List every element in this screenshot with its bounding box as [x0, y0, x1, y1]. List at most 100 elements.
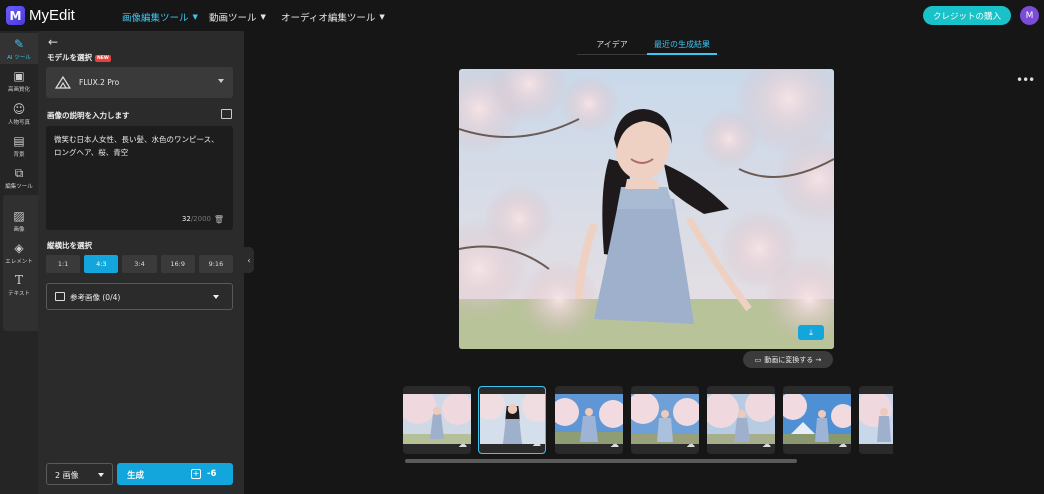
cloud-icon: ☁ [686, 440, 695, 450]
rail-item-ai-tools[interactable]: ✎ AI ツール [0, 33, 38, 64]
rail-label: テキスト [8, 291, 30, 297]
ratio-3-4-button[interactable]: 3:4 [122, 255, 157, 273]
thumbnail[interactable]: ☁ [707, 386, 775, 454]
model-label: モデルを選択 [47, 53, 92, 62]
flux-logo-icon [55, 76, 71, 89]
ratio-4-3-button[interactable]: 4:3 [84, 255, 119, 273]
generate-button[interactable]: 生成 + -6 [117, 463, 233, 485]
nav-video-tools[interactable]: 動画ツール ▼ [209, 10, 266, 24]
myedit-logo-icon[interactable]: M [6, 6, 25, 25]
download-icon: ⤓ [809, 327, 813, 337]
nav-video-tools-label: 動画ツール [209, 13, 257, 24]
thumbnail-scrollbar[interactable] [405, 459, 797, 463]
char-counter: 32/2000 [182, 215, 211, 223]
model-select[interactable]: FLUX.2 Pro [46, 67, 233, 98]
convert-to-video-button[interactable]: ▭ 動画に変換する → [743, 351, 833, 368]
brand-name[interactable]: MyEdit [29, 7, 75, 24]
rail-label: 画像 [13, 227, 25, 233]
tab-ideas[interactable]: アイデア [577, 35, 647, 55]
more-options-icon[interactable]: ••• [1016, 73, 1035, 87]
nav-audio-tools[interactable]: オーディオ編集ツール ▼ [281, 10, 385, 24]
result-tabs: アイデア 最近の生成結果 [577, 35, 717, 55]
model-section-label: モデルを選択 NEW [47, 52, 111, 63]
chevron-left-icon: ‹ [247, 255, 251, 265]
thumbnail-selected[interactable]: ☁ [478, 386, 546, 454]
model-name: FLUX.2 Pro [79, 78, 120, 87]
settings-panel: ← モデルを選択 NEW FLUX.2 Pro 画像の説明を入力します 微笑む日本… [38, 31, 244, 494]
generated-image-preview[interactable] [459, 69, 834, 349]
buy-credits-button[interactable]: クレジットの購入 [923, 6, 1011, 25]
credit-icon: + [191, 469, 201, 479]
thumbnail-image [707, 394, 775, 444]
chevron-down-icon: ▼ [379, 13, 385, 21]
tool-rail: ✎ AI ツール ▣ 高画質化 ☺ 人物写真 ▤ 背景 ⧉ 編集ツール ▨ 画像… [0, 31, 38, 494]
ratio-label: 縦横比を選択 [47, 241, 92, 250]
rail-item-image[interactable]: ▨ 画像 [0, 209, 38, 237]
thumbnail[interactable]: ☁ [403, 386, 471, 454]
thumbnail[interactable]: ☁ [631, 386, 699, 454]
text-icon: T [14, 273, 23, 287]
reference-label: 参考画像 (0/4) [70, 293, 121, 302]
rail-label: AI ツール [7, 55, 31, 61]
thumbnail-strip: ☁ ☁ ☁ ☁ ☁ ☁ [403, 386, 893, 454]
chevron-down-icon: ▼ [192, 13, 198, 21]
top-bar: M MyEdit 画像編集ツール ▼ 動画ツール ▼ オーディオ編集ツール ▼ クレジ… [0, 0, 1044, 31]
rail-label: 編集ツール [5, 184, 33, 190]
rail-label: 人物写真 [7, 120, 30, 126]
collapse-panel-button[interactable]: ‹ [244, 247, 254, 273]
thumbnail[interactable]: ☁ [783, 386, 851, 454]
ratio-9-16-button[interactable]: 9:16 [198, 255, 234, 273]
ratio-selector: 1:1 4:3 3:4 16:9 9:16 [46, 255, 234, 273]
background-icon: ▤ [13, 134, 25, 148]
ratio-1-1-button[interactable]: 1:1 [46, 255, 81, 273]
prompt-input[interactable]: 微笑む日本人女性、長い髪、水色のワンピース、ロングヘア、桜、青空 32/2000… [46, 126, 233, 230]
cloud-icon: ☁ [838, 440, 847, 450]
chevron-down-icon [98, 473, 104, 477]
enhance-icon: ▣ [13, 69, 25, 83]
nav-image-tools-label: 画像編集ツール [122, 13, 189, 24]
rail-item-portrait[interactable]: ☺ 人物写真 [0, 102, 38, 130]
rail-item-text[interactable]: T テキスト [0, 273, 38, 301]
magic-wand-icon: ✎ [13, 37, 25, 51]
back-arrow-icon[interactable]: ← [48, 35, 58, 49]
elements-icon: ◈ [14, 241, 24, 255]
thumbnail-image [403, 394, 471, 444]
cloud-icon: ☁ [610, 440, 619, 450]
nav-audio-tools-label: オーディオ編集ツール [281, 13, 376, 24]
thumbnail-image [555, 394, 623, 444]
image-count-value: 2 画像 [55, 471, 79, 480]
generated-image [459, 69, 834, 349]
avatar[interactable]: M [1020, 6, 1039, 25]
ratio-16-9-button[interactable]: 16:9 [160, 255, 195, 273]
rail-item-enhance[interactable]: ▣ 高画質化 [0, 69, 38, 97]
portrait-icon: ☺ [12, 102, 26, 116]
convert-to-video-label: 動画に変換する → [764, 355, 822, 364]
thumbnail-image [859, 394, 893, 444]
thumbnail-image [631, 394, 699, 444]
rail-label: 背景 [13, 152, 25, 158]
thumbnail-image [783, 394, 851, 444]
rail-item-elements[interactable]: ◈ エレメント [0, 241, 38, 269]
rail-item-edit-tools[interactable]: ⧉ 編集ツール [0, 166, 38, 194]
thumbnail[interactable]: ☁ [555, 386, 623, 454]
image-to-prompt-icon[interactable] [221, 109, 232, 119]
image-count-select[interactable]: 2 画像 [46, 463, 113, 485]
credit-cost: -6 [207, 469, 217, 479]
char-max: /2000 [190, 215, 211, 223]
prompt-text[interactable]: 微笑む日本人女性、長い髪、水色のワンピース、ロングヘア、桜、青空 [54, 133, 226, 159]
char-count: 32 [181, 215, 191, 223]
rail-item-background[interactable]: ▤ 背景 [0, 134, 38, 162]
reference-image-dropdown[interactable]: 参考画像 (0/4) [46, 283, 233, 310]
download-button[interactable]: ⤓ [798, 325, 824, 340]
rail-label: エレメント [5, 259, 33, 265]
chevron-down-icon: ▼ [260, 13, 266, 21]
thumbnail[interactable] [859, 386, 893, 454]
nav-image-tools[interactable]: 画像編集ツール ▼ [122, 10, 198, 24]
prompt-label: 画像の説明を入力します [47, 111, 130, 120]
trash-icon[interactable]: 🗑 [214, 215, 224, 224]
cloud-icon: ☁ [762, 440, 771, 450]
tab-recent-results[interactable]: 最近の生成結果 [647, 35, 717, 55]
reference-image-icon [55, 292, 65, 301]
edit-tools-icon: ⧉ [14, 166, 24, 180]
chevron-down-icon [213, 295, 219, 299]
